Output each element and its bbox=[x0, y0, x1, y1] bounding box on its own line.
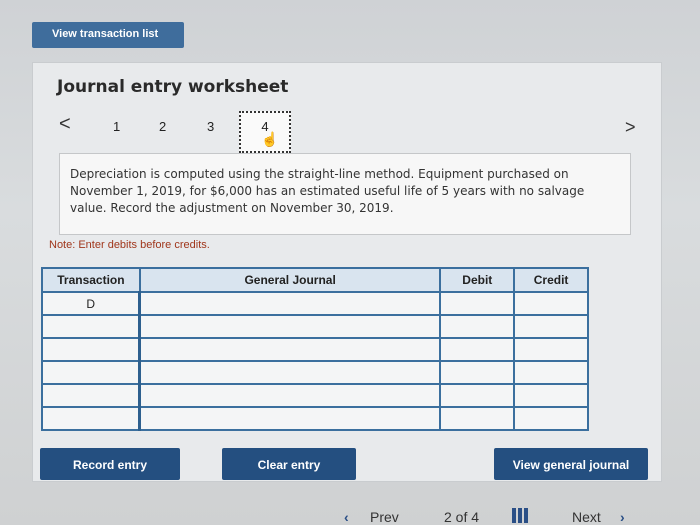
page-status: 2 of 4 bbox=[444, 509, 480, 525]
credit-cell[interactable] bbox=[513, 360, 589, 385]
header-debit: Debit bbox=[439, 267, 516, 293]
transaction-cell bbox=[41, 314, 141, 339]
record-entry-button[interactable]: Record entry bbox=[40, 448, 180, 480]
debit-cell[interactable] bbox=[439, 291, 516, 316]
page-3[interactable]: 3 bbox=[207, 119, 214, 134]
clear-entry-button[interactable]: Clear entry bbox=[222, 448, 356, 480]
prev-link[interactable]: Prev bbox=[370, 509, 399, 525]
table-row: D bbox=[41, 291, 589, 316]
debit-cell[interactable] bbox=[439, 360, 516, 385]
page-1[interactable]: 1 bbox=[113, 119, 120, 134]
transaction-cell bbox=[41, 406, 141, 431]
general-journal-cell[interactable] bbox=[138, 337, 442, 362]
next-chevron-icon[interactable]: › bbox=[620, 509, 625, 525]
journal-table: Transaction General Journal Debit Credit… bbox=[41, 267, 589, 431]
general-journal-cell[interactable] bbox=[138, 383, 442, 408]
debit-cell[interactable] bbox=[439, 337, 516, 362]
header-general-journal: General Journal bbox=[138, 267, 442, 293]
note-text: Note: Enter debits before credits. bbox=[49, 239, 210, 251]
transaction-cell bbox=[41, 360, 141, 385]
worksheet-title: Journal entry worksheet bbox=[57, 77, 289, 97]
general-journal-cell[interactable] bbox=[138, 291, 442, 316]
credit-cell[interactable] bbox=[513, 406, 589, 431]
debit-cell[interactable] bbox=[439, 406, 516, 431]
view-general-journal-button[interactable]: View general journal bbox=[494, 448, 648, 480]
page-4-current[interactable]: 4 ☝ bbox=[239, 111, 291, 153]
prev-chevron-icon[interactable]: ‹ bbox=[344, 509, 349, 525]
grid-icon[interactable] bbox=[512, 508, 530, 523]
worksheet-pagination: < 1 2 3 4 ☝ > bbox=[57, 109, 637, 153]
credit-cell[interactable] bbox=[513, 383, 589, 408]
next-chevron-icon[interactable]: > bbox=[625, 117, 636, 138]
table-row bbox=[41, 337, 589, 362]
credit-cell[interactable] bbox=[513, 337, 589, 362]
footer-navigation: ‹ Prev 2 of 4 Next › bbox=[340, 506, 640, 525]
table-row bbox=[41, 406, 589, 431]
prev-chevron-icon[interactable]: < bbox=[59, 113, 71, 136]
table-row bbox=[41, 383, 589, 408]
table-row bbox=[41, 314, 589, 339]
problem-description: Depreciation is computed using the strai… bbox=[59, 153, 631, 235]
table-row bbox=[41, 360, 589, 385]
header-credit: Credit bbox=[513, 267, 589, 293]
journal-worksheet-panel: Journal entry worksheet < 1 2 3 4 ☝ > De… bbox=[32, 62, 662, 482]
debit-cell[interactable] bbox=[439, 314, 516, 339]
transaction-cell bbox=[41, 337, 141, 362]
credit-cell[interactable] bbox=[513, 291, 589, 316]
header-transaction: Transaction bbox=[41, 267, 141, 293]
next-link[interactable]: Next bbox=[572, 509, 601, 525]
transaction-cell bbox=[41, 383, 141, 408]
credit-cell[interactable] bbox=[513, 314, 589, 339]
transaction-cell: D bbox=[41, 291, 141, 316]
page-2[interactable]: 2 bbox=[159, 119, 166, 134]
general-journal-cell[interactable] bbox=[138, 314, 442, 339]
view-transaction-list-button[interactable]: View transaction list bbox=[32, 22, 184, 48]
hand-cursor-icon: ☝ bbox=[261, 131, 279, 147]
general-journal-cell[interactable] bbox=[138, 406, 442, 431]
debit-cell[interactable] bbox=[439, 383, 516, 408]
general-journal-cell[interactable] bbox=[138, 360, 442, 385]
